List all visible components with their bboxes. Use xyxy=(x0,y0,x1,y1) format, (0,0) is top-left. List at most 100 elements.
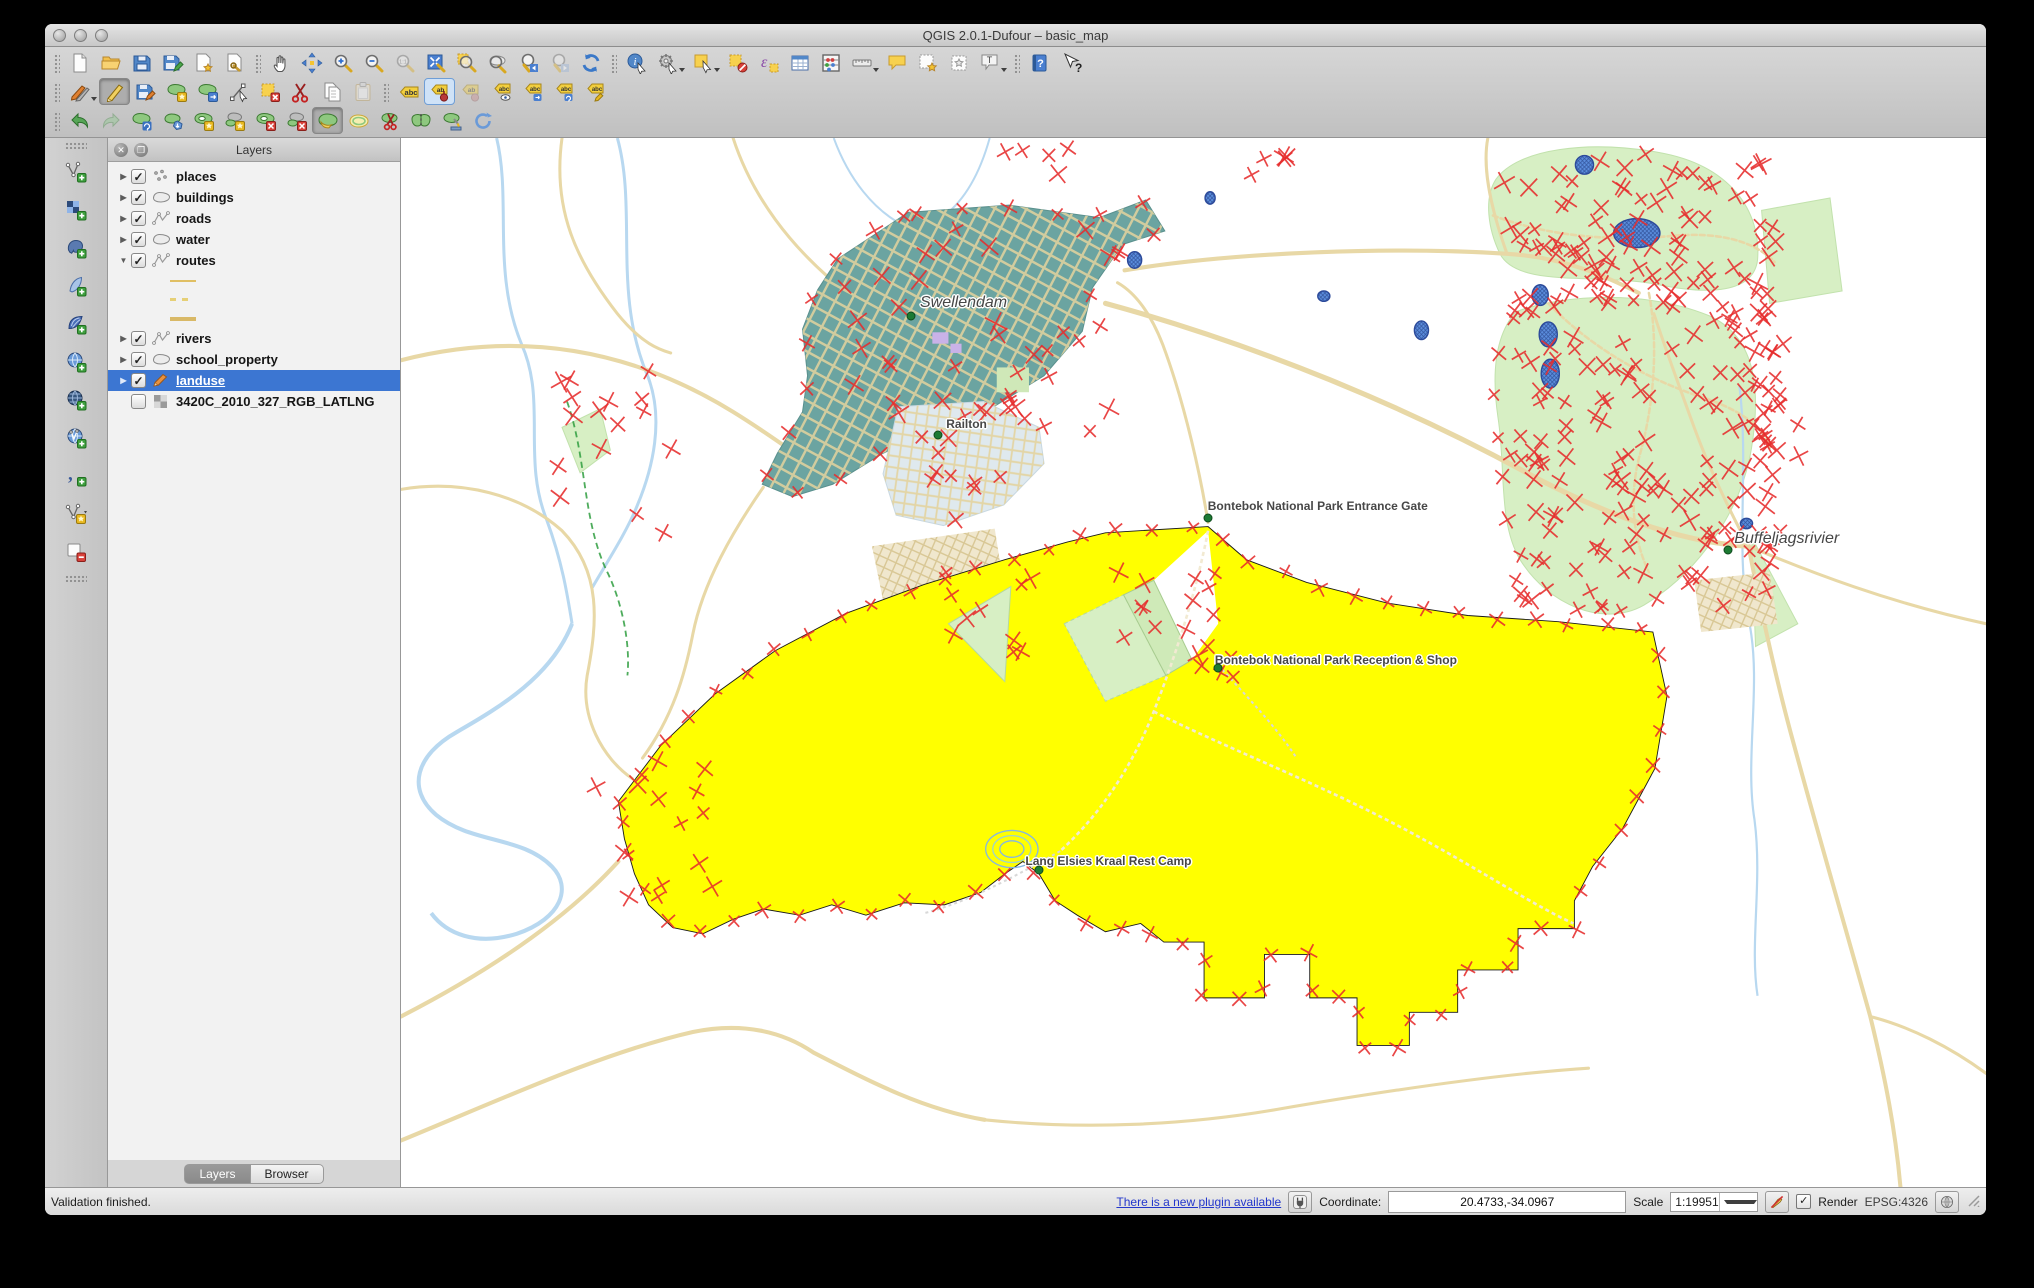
labeling-button[interactable]: abc xyxy=(393,78,424,105)
rotate-point-symbols-button[interactable] xyxy=(467,107,498,134)
layer-item-places[interactable]: ▶ ✓ places xyxy=(108,166,400,187)
add-part-button[interactable] xyxy=(219,107,250,134)
add-ring-button[interactable] xyxy=(188,107,219,134)
annotation-dropdown[interactable] xyxy=(1001,67,1007,72)
copy-features-button[interactable] xyxy=(316,78,347,105)
save-project-button[interactable] xyxy=(126,49,157,76)
layer-visibility-checkbox[interactable]: ✓ xyxy=(131,331,146,346)
zoom-to-selection-button[interactable] xyxy=(451,49,482,76)
add-wms-layer-button[interactable] xyxy=(59,347,93,377)
zoom-last-button[interactable] xyxy=(513,49,544,76)
split-features-button[interactable] xyxy=(374,107,405,134)
whats-this-button[interactable]: ? xyxy=(1055,49,1086,76)
zoom-native-button[interactable]: 1:1 xyxy=(389,49,420,76)
help-button[interactable]: ? xyxy=(1024,49,1055,76)
zoom-out-button[interactable] xyxy=(358,49,389,76)
pan-to-selection-button[interactable] xyxy=(296,49,327,76)
reshape-features-button[interactable] xyxy=(312,107,343,134)
layer-item-buildings[interactable]: ▶ ✓ buildings xyxy=(108,187,400,208)
delete-ring-button[interactable] xyxy=(250,107,281,134)
layer-item-water[interactable]: ▶ ✓ water xyxy=(108,229,400,250)
toolbar-grip[interactable] xyxy=(610,52,617,73)
statistical-summary-button[interactable] xyxy=(815,49,846,76)
show-bookmarks-button[interactable] xyxy=(943,49,974,76)
toolbar-grip[interactable] xyxy=(53,52,60,73)
add-wcs-layer-button[interactable] xyxy=(59,385,93,415)
redo-button[interactable] xyxy=(95,107,126,134)
merge-features-button[interactable] xyxy=(405,107,436,134)
toolbar-grip[interactable] xyxy=(65,142,87,149)
select-features-dropdown[interactable] xyxy=(714,67,720,72)
scale-combo[interactable]: 1:19951 xyxy=(1670,1191,1759,1212)
run-feature-action-button[interactable] xyxy=(652,49,683,76)
expander-icon[interactable]: ▶ xyxy=(116,193,131,202)
add-mssql-layer-button[interactable] xyxy=(59,309,93,339)
merge-attributes-button[interactable] xyxy=(436,107,467,134)
undo-button[interactable] xyxy=(64,107,95,134)
new-print-composer-button[interactable] xyxy=(188,49,219,76)
cut-features-button[interactable] xyxy=(285,78,316,105)
pin-labels-button[interactable]: ab xyxy=(424,78,455,105)
layer-visibility-checkbox[interactable]: ✓ xyxy=(131,373,146,388)
expander-icon[interactable]: ▶ xyxy=(116,235,131,244)
current-edits-button[interactable] xyxy=(64,78,95,105)
layer-item-routes[interactable]: ▼ ✓ routes xyxy=(108,250,400,271)
add-delimited-text-layer-button[interactable]: , xyxy=(59,461,93,491)
toolbar-grip[interactable] xyxy=(382,81,389,102)
toolbar-grip[interactable] xyxy=(65,575,87,582)
rotate-label-button[interactable]: abc xyxy=(548,78,579,105)
tab-layers[interactable]: Layers xyxy=(184,1163,251,1184)
layer-visibility-checkbox[interactable]: ✓ xyxy=(131,232,146,247)
zoom-full-button[interactable] xyxy=(420,49,451,76)
map-canvas[interactable]: Swellendam Railton Bontebok National Park … xyxy=(401,138,1986,1187)
new-project-button[interactable] xyxy=(64,49,95,76)
toolbar-grip[interactable] xyxy=(254,52,261,73)
select-by-expression-button[interactable]: ε xyxy=(753,49,784,76)
plugin-available-link[interactable]: There is a new plugin available xyxy=(1116,1195,1281,1209)
simplify-feature-button[interactable] xyxy=(157,107,188,134)
toggle-editing-button[interactable] xyxy=(99,78,130,105)
layer-item-rivers[interactable]: ▶ ✓ rivers xyxy=(108,328,400,349)
new-bookmark-button[interactable] xyxy=(912,49,943,76)
scale-combo-dropdown[interactable] xyxy=(1718,1192,1758,1211)
toolbar-grip[interactable] xyxy=(53,110,60,131)
unpin-labels-button[interactable]: ab xyxy=(455,78,486,105)
paste-features-button[interactable] xyxy=(347,78,378,105)
layer-visibility-checkbox[interactable]: ✓ xyxy=(131,352,146,367)
layer-visibility-checkbox[interactable]: ✓ xyxy=(131,211,146,226)
layer-visibility-checkbox[interactable] xyxy=(131,394,146,409)
show-hide-labels-button[interactable]: abc xyxy=(486,78,517,105)
label-properties-button[interactable]: abc xyxy=(579,78,610,105)
map-tips-button[interactable] xyxy=(881,49,912,76)
move-feature-button[interactable] xyxy=(192,78,223,105)
remove-layer-button[interactable] xyxy=(59,537,93,567)
layer-item-roads[interactable]: ▶ ✓ roads xyxy=(108,208,400,229)
layer-item-3420C_2010_327_RGB_LATLNG[interactable]: 3420C_2010_327_RGB_LATLNG xyxy=(108,391,400,412)
expander-icon[interactable]: ▶ xyxy=(116,172,131,181)
deselect-all-button[interactable] xyxy=(722,49,753,76)
zoom-in-button[interactable] xyxy=(327,49,358,76)
toolbar-grip[interactable] xyxy=(1013,52,1020,73)
zoom-to-layer-button[interactable] xyxy=(482,49,513,76)
crs-status-button[interactable] xyxy=(1935,1190,1959,1213)
open-attribute-table-button[interactable] xyxy=(784,49,815,76)
add-spatialite-layer-button[interactable] xyxy=(59,271,93,301)
new-shapefile-layer-button[interactable] xyxy=(59,499,93,529)
select-features-button[interactable] xyxy=(687,49,718,76)
offset-curve-button[interactable] xyxy=(343,107,374,134)
layer-visibility-checkbox[interactable]: ✓ xyxy=(131,169,146,184)
run-feature-action-dropdown[interactable] xyxy=(679,67,685,72)
save-project-as-button[interactable] xyxy=(157,49,188,76)
expander-icon[interactable]: ▶ xyxy=(116,214,131,223)
layer-item-landuse[interactable]: ▶ ✓ landuse xyxy=(108,370,400,391)
layer-visibility-checkbox[interactable]: ✓ xyxy=(131,253,146,268)
stop-rendering-button[interactable] xyxy=(1765,1190,1790,1213)
expander-icon[interactable]: ▶ xyxy=(116,376,131,385)
composer-manager-button[interactable] xyxy=(219,49,250,76)
resize-grip[interactable] xyxy=(1966,1193,1980,1210)
refresh-map-button[interactable] xyxy=(575,49,606,76)
text-annotation-button[interactable]: T xyxy=(974,49,1005,76)
add-feature-button[interactable] xyxy=(161,78,192,105)
plugin-button[interactable] xyxy=(1288,1190,1313,1213)
tab-browser[interactable]: Browser xyxy=(250,1163,324,1184)
